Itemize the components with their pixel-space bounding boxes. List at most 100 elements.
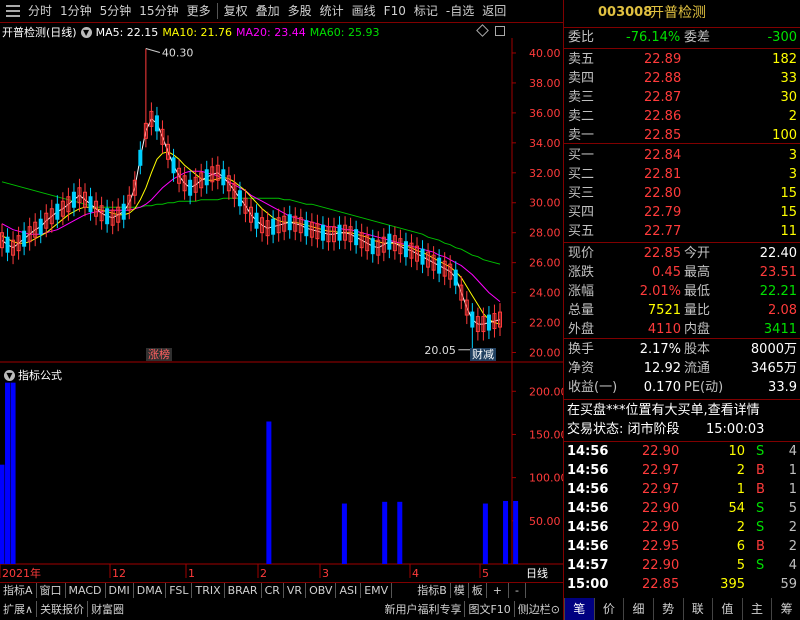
tab-vr[interactable]: VR [284, 583, 307, 598]
panel-tab[interactable]: 细 [623, 598, 653, 620]
buy-level-row[interactable]: 买五 22.77 11 [564, 223, 800, 241]
x-axis-label: 5 [482, 567, 489, 580]
diamond-icon[interactable] [476, 24, 489, 37]
candle-body [354, 229, 359, 246]
buy-level-label: 买二 [568, 167, 595, 182]
indicator-header: ▼ 指标公式 [4, 367, 62, 383]
zoom-out-button[interactable]: - [509, 583, 526, 598]
toolbar-1min[interactable]: 1分钟 [56, 0, 96, 23]
sell-level-row[interactable]: 卖四 22.88 33 [564, 70, 800, 88]
y-tick-label: 28.00 [529, 227, 561, 240]
tab-obv[interactable]: OBV [306, 583, 337, 598]
divider [564, 338, 800, 339]
notice-row[interactable]: 在买盘***位置有大买单,查看详情 [564, 402, 800, 420]
buy-level-row[interactable]: 买三 22.80 15 [564, 185, 800, 203]
sell-level-row[interactable]: 卖五 22.89 182 [564, 51, 800, 69]
tab-dma[interactable]: DMA [134, 583, 167, 598]
quote-value: 22.85 [643, 246, 681, 261]
tab-cr[interactable]: CR [262, 583, 284, 598]
sell-level-volume: 33 [780, 71, 797, 86]
panel-tab[interactable]: 价 [593, 598, 624, 620]
event-tag: 涨榜 [148, 347, 170, 361]
toolbar-overlay[interactable]: 叠加 [252, 0, 284, 23]
tab-emv[interactable]: EMV [361, 583, 393, 598]
panel-tab[interactable]: 主 [741, 598, 772, 620]
dropdown-icon[interactable]: ▼ [80, 26, 92, 38]
toolbar-mark[interactable]: 标记 [410, 0, 442, 23]
tab-macd[interactable]: MACD [66, 583, 106, 598]
tick-side: S [756, 558, 765, 573]
candle-body [121, 203, 126, 220]
candle-body [154, 115, 159, 132]
tick-side: S [756, 444, 765, 459]
indicator-tabs: 指标A 窗口 MACD DMI DMA FSL TRIX BRAR CR VR … [0, 582, 563, 598]
panel-tabs: 笔价细势联值主筹 [564, 598, 800, 620]
fortune-circle-button[interactable]: 财富圈 [87, 600, 127, 617]
tab-indicator-b[interactable]: 指标B [414, 583, 451, 598]
tab-asi[interactable]: ASI [336, 583, 362, 598]
dropdown-icon[interactable]: ▼ [4, 369, 15, 381]
buy-level-row[interactable]: 买二 22.81 3 [564, 166, 800, 184]
promo-link[interactable]: 新用户福利专享 [381, 601, 464, 617]
buy-level-volume: 3 [788, 148, 797, 163]
indicator-bar [10, 382, 16, 564]
quote-value: 2.01% [639, 284, 681, 299]
weicha-label: 委差 [684, 30, 711, 45]
zoom-in-button[interactable]: + [487, 583, 509, 598]
panel-tab[interactable]: 值 [712, 598, 742, 620]
tab-brar[interactable]: BRAR [225, 583, 262, 598]
window-icon[interactable] [495, 26, 505, 36]
kline-chart[interactable]: 40.00 38.00 36.00 34.00 32.00 30.00 28.00 26.00… [0, 38, 563, 598]
tab-window[interactable]: 窗口 [37, 583, 66, 598]
tab-board[interactable]: 板 [469, 583, 487, 598]
toolbar-intraday[interactable]: 分时 [24, 0, 56, 23]
indicator-label: 指标公式 [18, 369, 62, 382]
toolbar-remove-watch[interactable]: -自选 [442, 0, 478, 23]
candle-body [486, 314, 491, 331]
expand-button[interactable]: 扩展∧ [0, 601, 36, 617]
toolbar-back[interactable]: 返回 [478, 0, 510, 23]
indicator-bar [397, 501, 403, 564]
tick-time: 14:56 [567, 539, 609, 554]
toolbar-more[interactable]: 更多 [183, 0, 215, 23]
sidebar-button[interactable]: 侧边栏⊙ [513, 600, 563, 617]
candle-body [88, 196, 93, 213]
high-label: 40.30 [162, 46, 194, 59]
toolbar-multi[interactable]: 多股 [284, 0, 316, 23]
buy-level-label: 买一 [568, 148, 595, 163]
quote-row: 总量 7521 量比 2.08 [564, 302, 800, 320]
tick-row: 14:56 22.90 10 S 4 [564, 443, 800, 461]
big-order-notice[interactable]: 在买盘***位置有大买单,查看详情 [567, 402, 760, 420]
toolbar-draw[interactable]: 画线 [348, 0, 380, 23]
tab-template[interactable]: 模 [451, 583, 469, 598]
sell-level-volume: 30 [780, 90, 797, 105]
fund-label: 流通 [684, 361, 711, 376]
panel-tab[interactable]: 联 [682, 598, 713, 620]
related-quotes-button[interactable]: 关联报价 [36, 600, 87, 617]
toolbar-adjust[interactable]: 复权 [220, 0, 252, 23]
tab-fsl[interactable]: FSL [166, 583, 193, 598]
sell-level-row[interactable]: 卖二 22.86 2 [564, 108, 800, 126]
toolbar-15min[interactable]: 15分钟 [135, 0, 182, 23]
buy-level-row[interactable]: 买一 22.84 3 [564, 147, 800, 165]
divider [564, 399, 800, 400]
tick-count: 4 [788, 444, 797, 459]
toolbar-f10[interactable]: F10 [380, 0, 410, 23]
tab-trix[interactable]: TRIX [192, 583, 225, 598]
menu-icon[interactable] [6, 5, 20, 17]
tab-indicator-a[interactable]: 指标A [0, 583, 37, 598]
toolbar-divider [216, 3, 218, 19]
toolbar-stats[interactable]: 统计 [316, 0, 348, 23]
panel-tab[interactable]: 势 [652, 598, 683, 620]
sell-level-row[interactable]: 卖三 22.87 30 [564, 89, 800, 107]
buy-level-volume: 3 [788, 167, 797, 182]
candle-body [337, 224, 342, 241]
candle-body [271, 218, 276, 235]
panel-tab[interactable]: 笔 [564, 598, 594, 620]
toolbar-5min[interactable]: 5分钟 [96, 0, 136, 23]
buy-level-row[interactable]: 买四 22.79 15 [564, 204, 800, 222]
f10-graphic-button[interactable]: 图文F10 [464, 600, 513, 617]
panel-tab[interactable]: 筹 [771, 598, 800, 620]
tab-dmi[interactable]: DMI [106, 583, 134, 598]
tick-volume: 1 [736, 482, 745, 497]
